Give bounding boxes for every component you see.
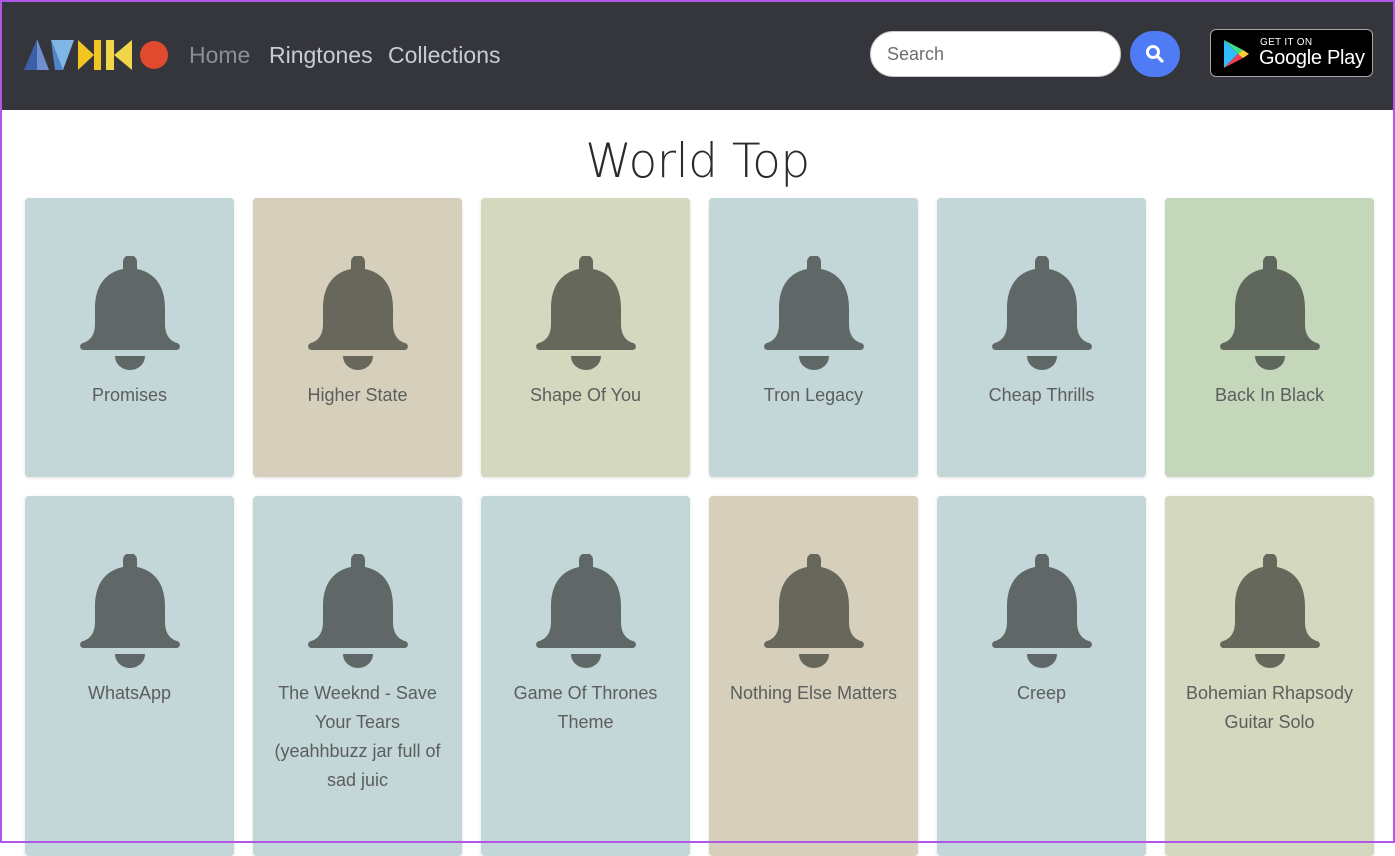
ringtone-card[interactable]: Back In Black xyxy=(1165,198,1374,477)
ringtone-card[interactable]: Cheap Thrills xyxy=(937,198,1146,477)
search-button[interactable] xyxy=(1130,31,1180,77)
ringtone-title[interactable]: Shape Of You xyxy=(495,381,676,410)
bell-icon xyxy=(992,554,1092,668)
bell-icon xyxy=(80,554,180,668)
nav-ringtones-link[interactable]: Ringtones xyxy=(269,40,373,70)
bell-icon xyxy=(1220,554,1320,668)
ringtone-title[interactable]: Tron Legacy xyxy=(723,381,904,410)
ringtone-title[interactable]: Game Of Thrones Theme xyxy=(495,679,676,737)
google-play-badge[interactable]: GET IT ON Google Play xyxy=(1210,29,1373,77)
google-play-icon xyxy=(1224,40,1249,68)
ringtone-title[interactable]: The Weeknd - Save Your Tears (yeahhbuzz … xyxy=(267,679,448,795)
ringtone-title[interactable]: Back In Black xyxy=(1179,381,1360,410)
badge-store-name: Google Play xyxy=(1259,47,1365,69)
ringtone-title[interactable]: WhatsApp xyxy=(39,679,220,708)
ringtone-title[interactable]: Creep xyxy=(951,679,1132,708)
ringtone-card[interactable]: WhatsApp xyxy=(25,496,234,856)
ringtone-title[interactable]: Higher State xyxy=(267,381,448,410)
ringtone-title[interactable]: Nothing Else Matters xyxy=(723,679,904,708)
ringtone-card[interactable]: Shape Of You xyxy=(481,198,690,477)
ringtone-card[interactable]: The Weeknd - Save Your Tears (yeahhbuzz … xyxy=(253,496,462,856)
search-icon xyxy=(1146,45,1164,63)
ringtone-title[interactable]: Bohemian Rhapsody Guitar Solo xyxy=(1179,679,1360,737)
bell-icon xyxy=(308,256,408,370)
bell-icon xyxy=(80,256,180,370)
bell-icon xyxy=(536,554,636,668)
bell-icon xyxy=(1220,256,1320,370)
section-title: World Top xyxy=(585,134,810,189)
bell-icon xyxy=(764,554,864,668)
brand-logo[interactable] xyxy=(24,39,170,71)
ringtone-title[interactable]: Cheap Thrills xyxy=(951,381,1132,410)
ringtone-card[interactable]: Promises xyxy=(25,198,234,477)
ringtone-card[interactable]: Game Of Thrones Theme xyxy=(481,496,690,856)
bell-icon xyxy=(992,256,1092,370)
ringtone-card[interactable]: Bohemian Rhapsody Guitar Solo xyxy=(1165,496,1374,856)
ringtone-card[interactable]: Nothing Else Matters xyxy=(709,496,918,856)
ringtone-card[interactable]: Higher State xyxy=(253,198,462,477)
top-navbar: Home Ringtones Collections GET IT ON Goo… xyxy=(0,0,1395,110)
bell-icon xyxy=(308,554,408,668)
ringtone-title[interactable]: Promises xyxy=(39,381,220,410)
nav-collections-link[interactable]: Collections xyxy=(388,40,501,70)
bell-icon xyxy=(764,256,864,370)
ringtone-card[interactable]: Creep xyxy=(937,496,1146,856)
nav-home-link[interactable]: Home xyxy=(189,40,250,70)
bell-icon xyxy=(536,256,636,370)
search-input[interactable] xyxy=(870,31,1121,77)
ringtone-card[interactable]: Tron Legacy xyxy=(709,198,918,477)
